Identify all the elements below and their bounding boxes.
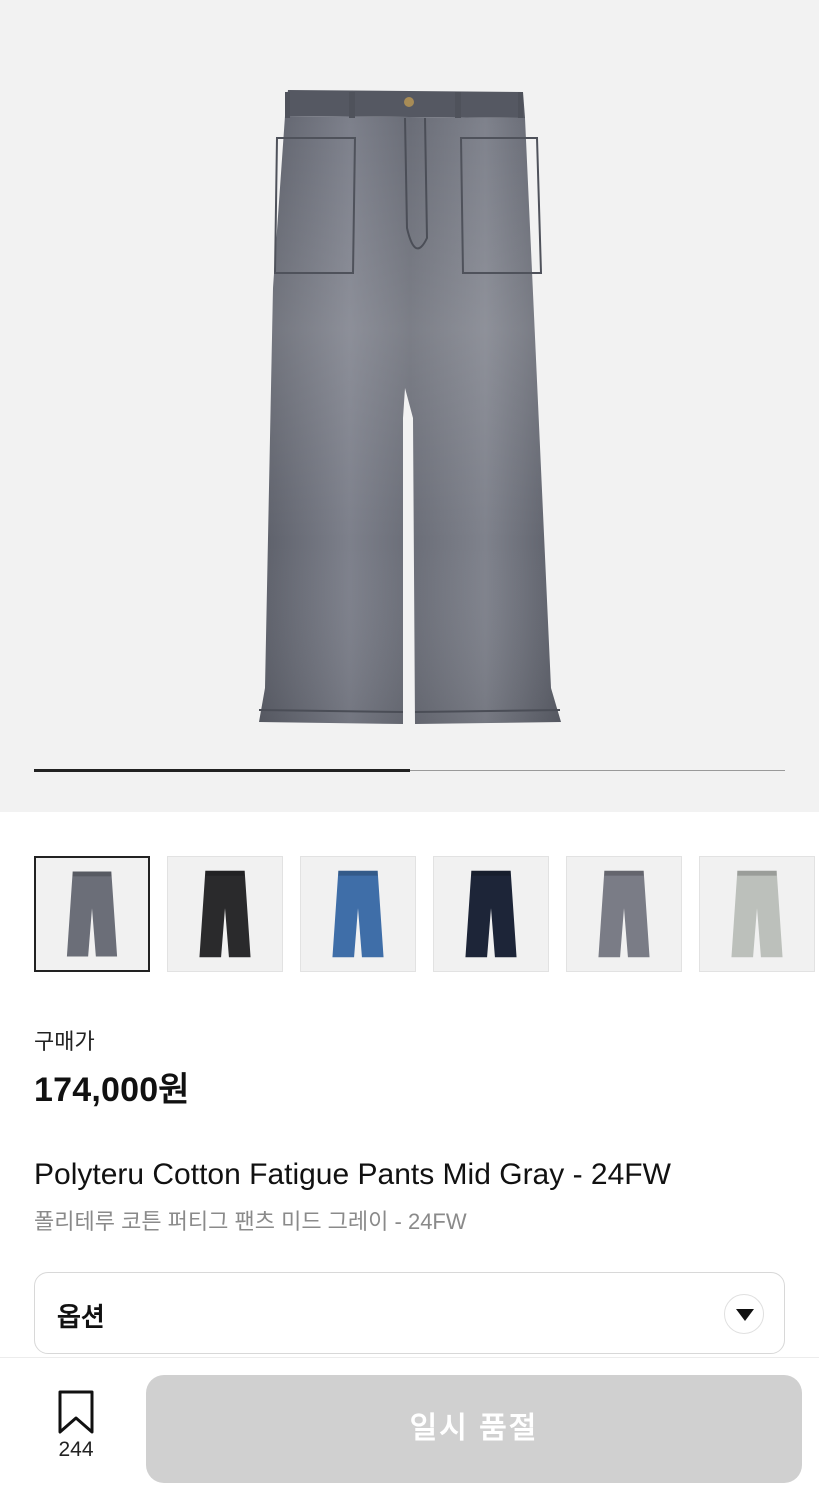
thumbnail-pants-image — [731, 870, 783, 958]
thumbnail-mid-gray[interactable] — [34, 856, 150, 972]
main-product-image — [258, 90, 561, 724]
product-image-gallery[interactable] — [0, 0, 819, 812]
thumbnail-pants-image — [465, 870, 517, 958]
bookmark-count: 244 — [58, 1438, 94, 1461]
bookmark-button[interactable]: 244 — [48, 1390, 104, 1470]
thumbnail-blue[interactable] — [300, 856, 416, 972]
thumbnail-pants-image — [66, 871, 118, 957]
chevron-down-icon — [724, 1294, 764, 1334]
product-title-ko: 폴리테루 코튼 퍼티그 팬츠 미드 그레이 - 24FW — [34, 1209, 467, 1234]
thumbnail-navy[interactable] — [433, 856, 549, 972]
color-thumbnail-list — [34, 856, 819, 972]
option-label: 옵션 — [57, 1302, 105, 1332]
sold-out-button[interactable]: 일시 품절 — [146, 1375, 802, 1483]
thumbnail-pants-image — [199, 870, 251, 958]
thumbnail-pants-image — [332, 870, 384, 958]
product-title-en: Polyteru Cotton Fatigue Pants Mid Gray -… — [34, 1158, 671, 1191]
thumbnail-gray[interactable] — [566, 856, 682, 972]
gallery-progress-fill — [34, 769, 410, 772]
thumbnail-pants-image — [598, 870, 650, 958]
option-select[interactable]: 옵션 — [34, 1272, 785, 1354]
price-value: 174,000원 — [34, 1071, 190, 1109]
price-label: 구매가 — [34, 1029, 95, 1054]
thumbnail-light-gray[interactable] — [699, 856, 815, 972]
thumbnail-black[interactable] — [167, 856, 283, 972]
bookmark-icon — [58, 1390, 94, 1434]
